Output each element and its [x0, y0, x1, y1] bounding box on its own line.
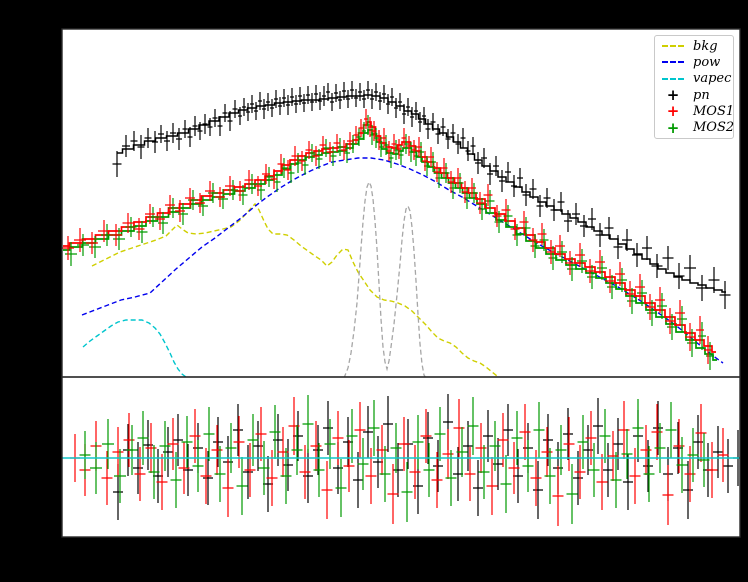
dashed-line-swatch-icon	[661, 77, 685, 80]
plus-marker-icon: +	[666, 118, 680, 137]
legend-label: vapec	[693, 71, 732, 87]
legend: bkg pow vapec + pn + MOS1 + MOS2	[654, 35, 734, 139]
figure-canvas: bkg pow vapec + pn + MOS1 + MOS2	[0, 0, 748, 582]
legend-label: bkg	[693, 38, 718, 54]
legend-item-pn: + pn	[661, 87, 733, 103]
dashed-line-swatch-icon	[661, 45, 685, 48]
legend-item-vapec: vapec	[661, 71, 733, 87]
plus-marker-icon: +	[666, 86, 680, 105]
legend-item-pow: pow	[661, 54, 733, 70]
main-panel	[62, 29, 740, 377]
legend-item-bkg: bkg	[661, 38, 733, 54]
legend-label: MOS2	[693, 120, 735, 136]
legend-item-MOS1: + MOS1	[661, 102, 735, 121]
spectrum-figure	[0, 0, 748, 582]
dashed-line-swatch-icon	[661, 61, 685, 64]
legend-item-MOS2: + MOS2	[661, 118, 735, 137]
legend-label: pn	[693, 87, 710, 103]
legend-label: MOS1	[693, 103, 735, 119]
plus-marker-icon: +	[666, 102, 680, 121]
legend-label: pow	[693, 54, 721, 70]
